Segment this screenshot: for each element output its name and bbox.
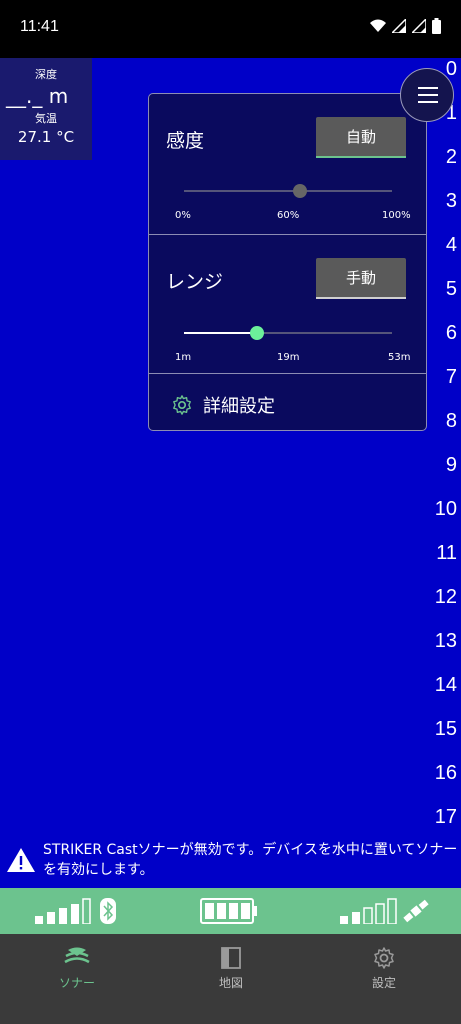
range-mode-button[interactable]: 手動 (316, 258, 406, 299)
depth-tick: 9 (445, 454, 457, 476)
bottom-navigation: ソナー 地図 設定 (0, 934, 461, 1024)
temperature-label: 気温 (35, 112, 57, 125)
depth-value: __._ (6, 84, 43, 108)
menu-icon-bar-1 (418, 87, 438, 89)
advanced-settings-button[interactable]: 詳細設定 (171, 392, 275, 418)
menu-button[interactable] (400, 68, 454, 122)
depth-tick: 5 (445, 278, 457, 300)
menu-icon-bar-3 (418, 101, 438, 103)
range-section: レンジ 手動 1m 19m 53m (149, 235, 426, 373)
depth-temperature-box: 深度 __._ m 気温 27.1 °C (0, 58, 92, 160)
menu-icon-bar-2 (418, 94, 438, 96)
depth-scale: 012345678910111213141516171819 (425, 58, 461, 833)
sensitivity-min-label: 0% (175, 210, 191, 221)
panel-divider-2 (149, 373, 426, 374)
gps-signal-icon (340, 898, 397, 924)
depth-tick: 3 (445, 190, 457, 212)
status-icons (370, 18, 441, 34)
depth-tick: 4 (445, 234, 457, 256)
depth-tick: 13 (434, 630, 457, 652)
depth-tick: 2 (445, 146, 457, 168)
sensitivity-mode-button[interactable]: 自動 (316, 117, 406, 158)
depth-unit: m (48, 84, 69, 108)
depth-tick: 10 (434, 498, 457, 520)
device-signal-group (35, 898, 116, 924)
signal-icon-2 (412, 19, 426, 33)
sonar-settings-panel: 感度 自動 0% 60% 100% レンジ 手動 1m 19m 53m 詳細設定 (148, 93, 427, 431)
nav-map[interactable]: 地図 (154, 934, 308, 1024)
gps-signal-group (340, 898, 431, 924)
bluetooth-icon (100, 898, 116, 924)
depth-tick: 14 (434, 674, 457, 696)
range-max-label: 53m (388, 352, 411, 363)
range-mode-underline (316, 297, 406, 299)
device-battery-group (200, 898, 258, 924)
status-bar: 11:41 (0, 0, 461, 58)
signal-icon (392, 19, 406, 33)
range-min-label: 1m (175, 352, 192, 363)
temperature-value: 27.1 °C (17, 128, 75, 146)
status-time: 11:41 (20, 18, 59, 35)
nav-settings[interactable]: 設定 (307, 934, 461, 1024)
depth-label: 深度 (35, 68, 57, 81)
nav-sonar[interactable]: ソナー (0, 934, 154, 1024)
wifi-icon (370, 19, 386, 32)
sensitivity-track (184, 190, 392, 192)
sensitivity-section: 感度 自動 0% 60% 100% (149, 94, 426, 234)
nav-settings-label: 設定 (371, 976, 396, 990)
satellite-icon (403, 899, 429, 923)
sensitivity-thumb[interactable] (293, 184, 307, 198)
range-mid-label: 19m (277, 352, 300, 363)
depth-tick: 11 (436, 542, 457, 564)
device-battery-icon (200, 898, 257, 924)
sensitivity-mid-label: 60% (277, 210, 300, 221)
sensitivity-mode-underline (316, 156, 406, 158)
sensitivity-title: 感度 (166, 130, 205, 152)
sonar-icon (64, 947, 90, 964)
depth-tick: 6 (445, 322, 457, 344)
map-icon (221, 947, 241, 969)
sensitivity-slider[interactable] (184, 184, 392, 198)
depth-tick: 15 (434, 718, 457, 740)
range-title: レンジ (166, 271, 224, 293)
screen: 11:41 深度 __._ m 気温 27.1 °C 0 1 2 3 4 5 6 7 8 9 10 1… (0, 0, 461, 1024)
settings-gear-icon (374, 947, 394, 969)
warning-text: STRIKER Castソナーが無効です。デバイスを水中に置いてソナーを有効にし… (43, 842, 458, 878)
depth-readout: __._ m (0, 84, 92, 108)
nav-sonar-label: ソナー (58, 976, 95, 990)
warning-icon (7, 848, 35, 872)
sonar-disabled-warning: STRIKER Castソナーが無効です。デバイスを水中に置いてソナーを有効にし… (0, 833, 461, 888)
nav-map-label: 地図 (218, 976, 243, 990)
device-signal-icon (35, 898, 91, 924)
advanced-settings-label: 詳細設定 (203, 396, 275, 417)
range-mode-label: 手動 (345, 269, 376, 287)
battery-icon (432, 18, 441, 34)
depth-tick: 16 (434, 762, 457, 784)
range-thumb[interactable] (250, 326, 264, 340)
sonar-view[interactable]: 深度 __._ m 気温 27.1 °C 0 1 2 3 4 5 6 7 8 9 10 11 12 13 1… (0, 58, 461, 833)
depth-tick: 8 (445, 410, 457, 432)
depth-tick: 7 (445, 366, 457, 388)
depth-tick: 17 (434, 806, 457, 828)
range-fill (184, 332, 257, 334)
gear-icon (173, 395, 191, 415)
sensitivity-mode-label: 自動 (345, 128, 376, 146)
depth-tick: 12 (434, 586, 457, 608)
range-slider[interactable] (184, 326, 392, 340)
sensitivity-max-label: 100% (382, 210, 411, 221)
device-status-strip (0, 888, 461, 934)
